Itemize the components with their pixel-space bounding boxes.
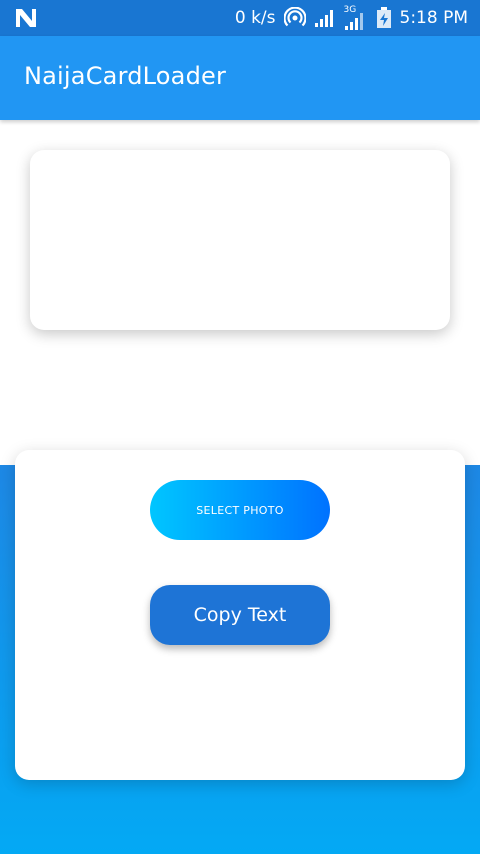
image-preview-card <box>30 150 450 330</box>
status-indicators: 0 k/s 3G 5:18 PM <box>235 0 468 36</box>
hotspot-icon <box>283 7 306 29</box>
app-bar: NaijaCardLoader <box>0 36 480 120</box>
signal-icon <box>314 8 336 28</box>
select-photo-button[interactable]: SELECT PHOTO <box>150 480 330 540</box>
signal-3g-icon: 3G <box>344 5 368 31</box>
data-rate-text: 0 k/s <box>234 8 276 28</box>
copy-text-button[interactable]: Copy Text <box>150 585 330 645</box>
app-n-icon <box>14 7 40 29</box>
battery-charging-icon <box>376 7 392 29</box>
clock-text: 5:18 PM <box>399 8 469 28</box>
app-title: NaijaCardLoader <box>24 62 227 90</box>
status-bar: 0 k/s 3G 5:18 PM <box>0 0 480 36</box>
